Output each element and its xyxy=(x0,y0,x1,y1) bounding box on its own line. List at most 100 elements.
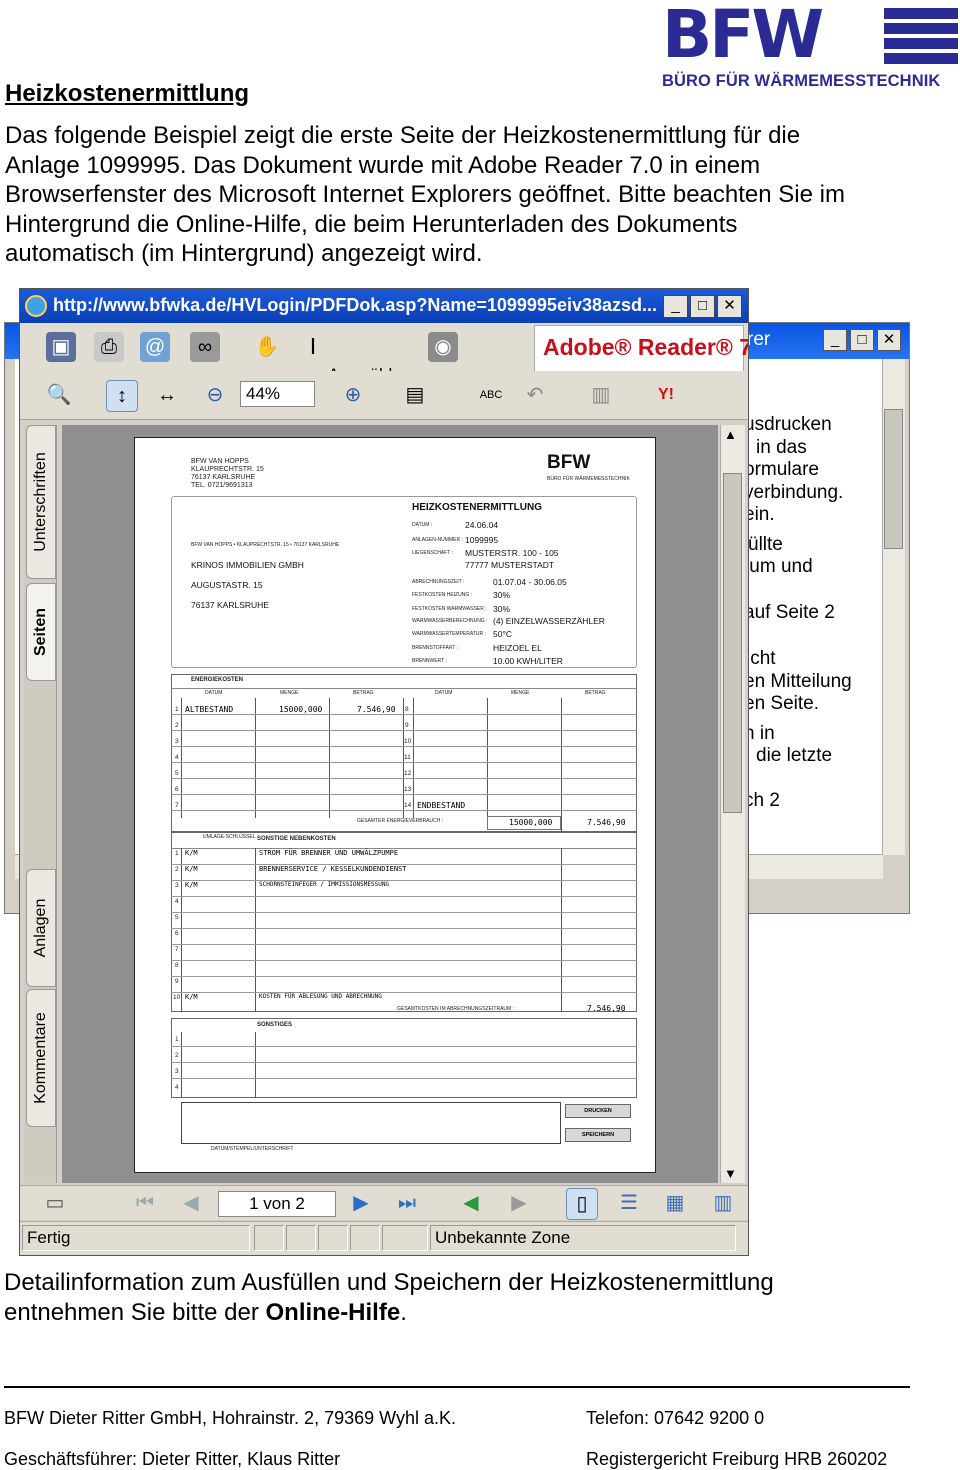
help-line: verbindung. xyxy=(744,481,844,503)
page-layout-icon[interactable]: ▤ xyxy=(400,380,430,410)
tab-attachments-label: Anlagen xyxy=(32,898,49,958)
neben-text: KOSTEN FÜR ABLESUNG UND ABRECHNUNG xyxy=(259,993,382,1000)
page-options-icon[interactable]: ▭ xyxy=(40,1188,70,1218)
detail-period: . xyxy=(400,1298,407,1326)
fit-page-icon[interactable]: ↕ xyxy=(106,380,138,412)
row-number: 7 xyxy=(175,946,179,953)
browser-status-bar: Fertig Unbekannte Zone xyxy=(20,1221,748,1255)
col-header: MENGE xyxy=(280,690,299,696)
save-form-button[interactable]: SPEICHERN xyxy=(565,1128,631,1142)
select-text-icon[interactable]: Ⅰ xyxy=(298,332,328,362)
save-icon[interactable]: ▣ xyxy=(46,332,76,362)
tab-signatures-label: Unterschriften xyxy=(32,452,49,552)
toolbar-row-2: 🔍 ↕ ↔ ⊖ ⊕ ▤ ABC ↶ ▥ Y! xyxy=(20,371,748,420)
tab-comments-label: Kommentare xyxy=(32,1012,49,1104)
detail-line: Detailinformation zum Ausfüllen und Spei… xyxy=(4,1269,774,1296)
scroll-up-icon[interactable]: ▲ xyxy=(724,427,737,442)
zoom-in-plus-icon[interactable]: ⊕ xyxy=(338,380,368,410)
previous-page-icon[interactable]: ◀ xyxy=(176,1188,206,1218)
document-view[interactable]: BFW VAN HOPPS KLAUPRECHTSTR. 15 76137 KA… xyxy=(62,425,718,1183)
continuous-facing-icon[interactable]: ▥ xyxy=(708,1188,738,1218)
status-text: Fertig xyxy=(22,1225,250,1251)
help-line: ormulare xyxy=(744,459,819,480)
tab-pages[interactable]: Seiten xyxy=(26,583,56,681)
page-number-field[interactable]: 1 von 2 xyxy=(218,1191,336,1217)
minimize-icon[interactable]: _ xyxy=(823,329,847,351)
search-binoculars-icon[interactable]: ∞ xyxy=(190,332,220,362)
field-value: 30% xyxy=(493,604,511,614)
tab-signatures[interactable]: Unterschriften xyxy=(26,425,56,579)
return-line: BFW VAN HOPPS • KLAUPRECHTSTR. 15 • 7613… xyxy=(191,542,340,548)
scroll-thumb[interactable] xyxy=(723,473,742,813)
tab-attachments[interactable]: Anlagen xyxy=(26,869,56,987)
sonstiges-table xyxy=(171,1018,637,1098)
field-value: 10.00 KWH/LITER xyxy=(493,656,563,666)
scroll-down-icon[interactable]: ▼ xyxy=(724,1166,737,1181)
neben-key: K/M xyxy=(185,849,198,857)
intro-line: automatisch (im Hintergrund) angezeigt w… xyxy=(5,240,483,268)
browser-titlebar[interactable]: http://www.bfwka.de/HVLogin/PDFDok.asp?N… xyxy=(20,289,748,323)
zoom-in-icon[interactable]: 🔍 xyxy=(44,380,74,410)
clipboard-icon[interactable]: ▥ xyxy=(586,380,616,410)
row-number: 1 xyxy=(175,706,179,713)
nebenkosten-heading: SONSTIGE NEBENKOSTEN xyxy=(257,836,336,842)
fit-width-icon[interactable]: ↔ xyxy=(152,380,182,410)
help-line: in das xyxy=(756,436,807,458)
field-label: WARMWASSERTEMPERATUR : xyxy=(412,631,486,637)
facing-icon[interactable]: ▦ xyxy=(660,1188,690,1218)
scroll-thumb[interactable] xyxy=(884,409,903,549)
close-icon[interactable]: ✕ xyxy=(717,295,742,318)
signature-box[interactable] xyxy=(181,1102,561,1144)
print-icon[interactable]: ⎙ xyxy=(94,332,124,362)
nebenkosten-table xyxy=(171,832,637,1012)
row-number: 10 xyxy=(404,738,412,745)
last-page-icon[interactable]: ⏭ xyxy=(392,1188,422,1218)
ie-icon xyxy=(25,295,47,317)
forward-view-icon[interactable]: ▶ xyxy=(504,1188,534,1218)
field-label: WARMWASSERBERECHNUNG : xyxy=(412,618,488,624)
next-page-icon[interactable]: ▶ xyxy=(346,1188,376,1218)
single-page-icon[interactable]: ▯ xyxy=(566,1188,598,1220)
col-header: BETRAG xyxy=(585,690,606,696)
hand-tool-icon[interactable]: ✋ xyxy=(252,332,282,362)
sender-line: BFW VAN HOPPS xyxy=(191,458,249,465)
neben-text: SCHORNSTEINFEGER / IMMISSIONSMESSUNG xyxy=(259,881,390,888)
row-number: 3 xyxy=(175,882,179,889)
print-form-button[interactable]: DRUCKEN xyxy=(565,1104,631,1118)
maximize-icon[interactable]: □ xyxy=(850,329,874,351)
rotate-icon[interactable]: ↶ xyxy=(520,380,550,410)
help-line: üllte xyxy=(748,533,783,555)
help-vertical-scrollbar[interactable] xyxy=(882,359,905,855)
document-vertical-scrollbar[interactable]: ▲ ▼ xyxy=(720,425,745,1183)
tab-comments[interactable]: Kommentare xyxy=(26,989,56,1127)
continuous-icon[interactable]: ☰ xyxy=(614,1188,644,1218)
detail-line-2: entnehmen Sie bitte der Online-Hilfe. xyxy=(4,1298,904,1328)
recipient-line: KRINOS IMMOBILIEN GMBH xyxy=(191,560,304,570)
row-number: 11 xyxy=(404,754,411,761)
field-value: (4) EINZELWASSERZÄHLER xyxy=(493,616,605,626)
recipient-line: AUGUSTASTR. 15 xyxy=(191,580,263,590)
pdf-page[interactable]: BFW VAN HOPPS KLAUPRECHTSTR. 15 76137 KA… xyxy=(134,437,656,1173)
zoom-field[interactable]: 44% xyxy=(240,381,315,407)
row-number: 3 xyxy=(175,1068,179,1075)
yahoo-icon[interactable]: Y! xyxy=(642,380,690,410)
first-page-icon[interactable]: ⏮ xyxy=(130,1188,160,1218)
maximize-icon[interactable]: □ xyxy=(690,295,715,318)
spellcheck-icon[interactable]: ABC xyxy=(476,380,506,410)
doc-heading: HEIZKOSTENERMITTLUNG xyxy=(412,502,542,513)
zoom-out-icon[interactable]: ⊖ xyxy=(200,380,230,410)
row-number: 8 xyxy=(405,706,409,713)
footer-company: BFW Dieter Ritter GmbH, Hohrainstr. 2, 7… xyxy=(4,1408,456,1428)
back-view-icon[interactable]: ◀ xyxy=(456,1188,486,1218)
browser-window[interactable]: http://www.bfwka.de/HVLogin/PDFDok.asp?N… xyxy=(19,288,749,1256)
intro-line: Browserfenster des Microsoft Internet Ex… xyxy=(5,181,845,209)
security-zone: Unbekannte Zone xyxy=(430,1225,736,1251)
email-icon[interactable]: @ xyxy=(140,332,170,362)
footer-managers: Geschäftsführer: Dieter Ritter, Klaus Ri… xyxy=(4,1449,341,1469)
close-icon[interactable]: ✕ xyxy=(877,329,901,351)
snapshot-icon[interactable]: ◉ xyxy=(428,332,458,362)
sender-line: KLAUPRECHTSTR. 15 xyxy=(191,466,264,473)
minimize-icon[interactable]: _ xyxy=(663,295,688,318)
col-header: BETRAG xyxy=(353,690,374,696)
field-value: HEIZOEL EL xyxy=(493,643,542,653)
